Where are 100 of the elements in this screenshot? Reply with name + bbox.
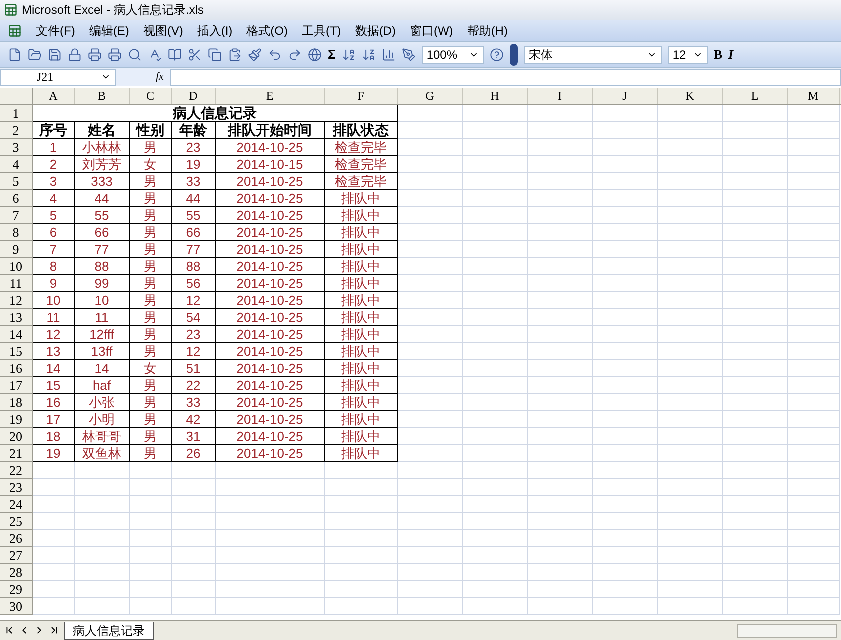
row-number[interactable]: 11 [0,275,33,292]
empty-cell[interactable] [723,156,788,173]
empty-cell[interactable] [398,428,463,445]
empty-cell[interactable] [216,547,325,564]
column-letter[interactable]: B [75,88,130,104]
empty-cell[interactable] [398,343,463,360]
empty-cell[interactable] [325,462,398,479]
empty-cell[interactable] [788,139,840,156]
empty-cell[interactable] [593,445,658,462]
empty-cell[interactable] [216,479,325,496]
empty-cell[interactable] [463,309,528,326]
empty-cell[interactable] [723,241,788,258]
empty-cell[interactable] [398,156,463,173]
empty-cell[interactable] [172,496,216,513]
empty-cell[interactable] [593,241,658,258]
empty-cell[interactable] [325,530,398,547]
empty-cell[interactable] [788,309,840,326]
empty-cell[interactable] [658,394,723,411]
row-number[interactable]: 14 [0,326,33,343]
empty-cell[interactable] [398,258,463,275]
row-number[interactable]: 23 [0,479,33,496]
empty-cell[interactable] [75,462,130,479]
empty-cell[interactable] [788,581,840,598]
empty-cell[interactable] [658,156,723,173]
empty-cell[interactable] [593,224,658,241]
empty-cell[interactable] [593,394,658,411]
sheet-tab[interactable]: 病人信息记录 [64,622,154,640]
column-letter[interactable]: J [593,88,658,104]
menu-item[interactable]: 视图(V) [143,22,184,40]
drawing-icon[interactable] [402,48,416,62]
empty-cell[interactable] [658,411,723,428]
print-icon[interactable] [88,48,102,62]
row-number[interactable]: 21 [0,445,33,462]
empty-cell[interactable] [658,326,723,343]
empty-cell[interactable] [463,360,528,377]
empty-cell[interactable] [658,122,723,139]
empty-cell[interactable] [723,513,788,530]
empty-cell[interactable] [130,462,172,479]
empty-cell[interactable] [463,530,528,547]
empty-cell[interactable] [463,258,528,275]
empty-cell[interactable] [788,564,840,581]
new-file-icon[interactable] [8,48,22,62]
empty-cell[interactable] [788,598,840,615]
help-icon[interactable] [490,48,504,62]
empty-cell[interactable] [463,190,528,207]
empty-cell[interactable] [723,275,788,292]
format-painter-icon[interactable] [248,48,262,62]
empty-cell[interactable] [463,241,528,258]
empty-cell[interactable] [723,377,788,394]
empty-cell[interactable] [723,343,788,360]
empty-cell[interactable] [398,207,463,224]
empty-cell[interactable] [398,581,463,598]
empty-cell[interactable] [788,275,840,292]
row-number[interactable]: 26 [0,530,33,547]
empty-cell[interactable] [528,275,593,292]
empty-cell[interactable] [325,496,398,513]
open-folder-icon[interactable] [28,48,42,62]
column-letter[interactable]: A [33,88,75,104]
empty-cell[interactable] [723,292,788,309]
menu-item[interactable]: 帮助(H) [467,22,508,40]
empty-cell[interactable] [723,326,788,343]
empty-cell[interactable] [325,547,398,564]
empty-cell[interactable] [658,581,723,598]
empty-cell[interactable] [463,139,528,156]
empty-cell[interactable] [788,530,840,547]
empty-cell[interactable] [723,411,788,428]
row-number[interactable]: 15 [0,343,33,360]
paste-icon[interactable] [228,48,242,62]
empty-cell[interactable] [593,258,658,275]
empty-cell[interactable] [658,173,723,190]
row-number[interactable]: 4 [0,156,33,173]
empty-cell[interactable] [723,105,788,122]
empty-cell[interactable] [593,513,658,530]
row-number[interactable]: 24 [0,496,33,513]
empty-cell[interactable] [723,258,788,275]
row-number[interactable]: 28 [0,564,33,581]
sort-descending-icon[interactable] [362,48,376,62]
empty-cell[interactable] [325,581,398,598]
empty-cell[interactable] [788,156,840,173]
empty-cell[interactable] [130,564,172,581]
empty-cell[interactable] [398,139,463,156]
empty-cell[interactable] [788,190,840,207]
empty-cell[interactable] [528,411,593,428]
empty-cell[interactable] [593,207,658,224]
empty-cell[interactable] [463,292,528,309]
empty-cell[interactable] [788,547,840,564]
empty-cell[interactable] [593,377,658,394]
autosum-button[interactable]: Σ [328,44,336,64]
function-label[interactable]: fx [156,68,164,86]
empty-cell[interactable] [528,139,593,156]
empty-cell[interactable] [398,394,463,411]
empty-cell[interactable] [723,479,788,496]
toolbar-options-button[interactable] [510,44,518,66]
empty-cell[interactable] [398,326,463,343]
empty-cell[interactable] [658,462,723,479]
empty-cell[interactable] [398,513,463,530]
empty-cell[interactable] [130,479,172,496]
column-letter[interactable]: G [398,88,463,104]
empty-cell[interactable] [528,258,593,275]
empty-cell[interactable] [528,479,593,496]
